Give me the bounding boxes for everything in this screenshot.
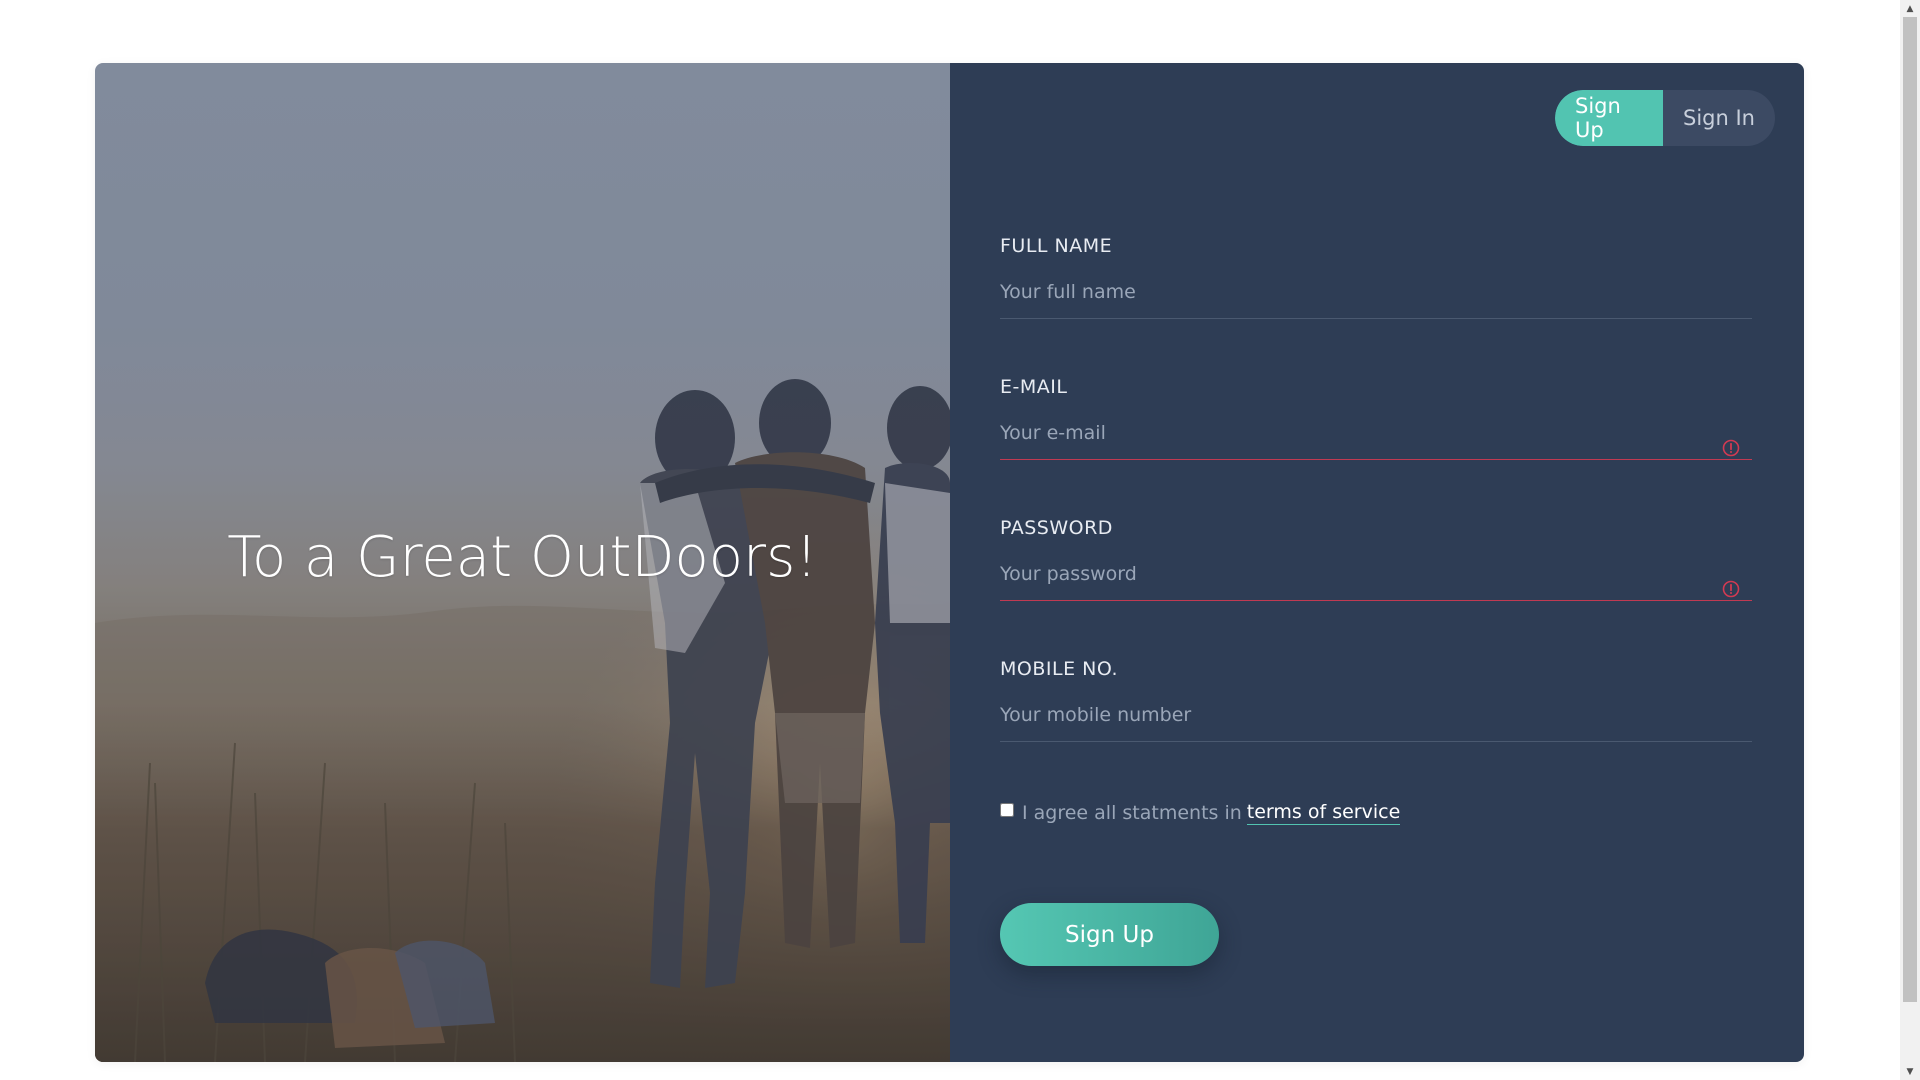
terms-checkbox[interactable] — [1000, 803, 1014, 817]
terms-of-service-link[interactable]: terms of service — [1246, 801, 1401, 825]
full-name-input-wrap — [1000, 277, 1752, 319]
sign-up-submit-button[interactable]: Sign Up — [1000, 903, 1219, 966]
sign-up-tab[interactable]: Sign Up — [1555, 90, 1663, 146]
mobile-input[interactable] — [1000, 700, 1752, 742]
password-label: PASSWORD — [1000, 517, 1113, 539]
exclamation-circle-icon — [1722, 580, 1740, 598]
mobile-input-wrap — [1000, 700, 1752, 742]
terms-row: I agree all statments in terms of servic… — [1000, 801, 1401, 825]
sign-in-tab[interactable]: Sign In — [1663, 90, 1775, 146]
email-input-wrap — [1000, 418, 1752, 460]
mobile-field-group: MOBILE NO. — [1000, 658, 1752, 742]
full-name-label: FULL NAME — [1000, 235, 1113, 257]
mobile-label: MOBILE NO. — [1000, 658, 1119, 680]
password-input-wrap — [1000, 559, 1752, 601]
vertical-scrollbar[interactable]: ▲ ▼ — [1900, 0, 1920, 1080]
hero-title: To a Great OutDoors! — [227, 525, 818, 590]
terms-text: I agree all statments in — [1022, 802, 1242, 824]
scroll-down-arrow-icon[interactable]: ▼ — [1900, 1063, 1920, 1080]
full-name-input[interactable] — [1000, 277, 1752, 319]
scroll-up-arrow-icon[interactable]: ▲ — [1900, 0, 1920, 17]
scrollbar-thumb[interactable] — [1903, 17, 1917, 1002]
email-input[interactable] — [1000, 418, 1752, 460]
email-label: E-MAIL — [1000, 376, 1068, 398]
exclamation-circle-icon — [1722, 439, 1740, 457]
hero-panel: To a Great OutDoors! — [95, 63, 950, 1062]
password-input[interactable] — [1000, 559, 1752, 601]
email-field-group: E-MAIL — [1000, 376, 1752, 460]
signup-card: To a Great OutDoors! Sign Up Sign In FUL… — [95, 63, 1804, 1062]
signup-form-panel: Sign Up Sign In FULL NAME E-MAIL — [950, 63, 1804, 1062]
auth-mode-switcher: Sign Up Sign In — [1555, 90, 1775, 146]
full-name-field-group: FULL NAME — [1000, 235, 1752, 319]
page: To a Great OutDoors! Sign Up Sign In FUL… — [0, 0, 1920, 1080]
password-field-group: PASSWORD — [1000, 517, 1752, 601]
